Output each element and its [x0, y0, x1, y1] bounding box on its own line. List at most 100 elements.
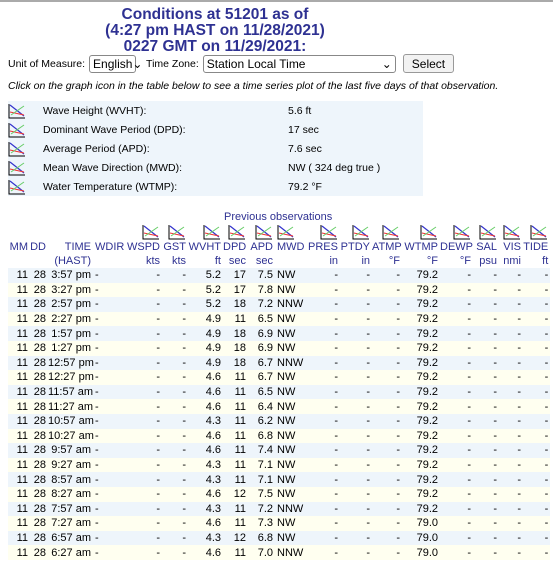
table-cell: - [523, 355, 551, 371]
table-cell: - [473, 501, 499, 517]
table-cell: 4.3 [188, 413, 223, 429]
table-cell: 4.6 [188, 516, 223, 531]
table-cell: NW [275, 340, 307, 356]
graph-icon[interactable] [142, 225, 160, 240]
column-header: VIS [503, 241, 521, 253]
table-cell: - [127, 545, 162, 560]
table-cell: - [440, 340, 473, 356]
graph-icon[interactable] [8, 179, 26, 194]
column-header: PRES [308, 241, 338, 253]
table-cell: 7.4 [248, 443, 275, 458]
table-cell: 79.2 [402, 326, 440, 341]
table-cell: 11 [8, 340, 30, 356]
table-cell: 79.2 [402, 457, 440, 473]
graph-icon[interactable] [8, 103, 26, 118]
table-cell: - [372, 413, 402, 429]
table-cell: - [440, 457, 473, 473]
table-cell: NW [275, 268, 307, 283]
graph-icon[interactable] [479, 225, 497, 240]
timezone-select[interactable]: Station Local Time ⌄ [202, 54, 396, 73]
column-unit: °F [388, 255, 400, 267]
table-cell: 4.6 [188, 545, 223, 560]
table-cell: - [372, 355, 402, 371]
table-cell: 79.2 [402, 443, 440, 458]
table-cell: - [372, 311, 402, 327]
graph-icon[interactable] [277, 225, 295, 240]
table-cell: - [307, 530, 340, 546]
table-cell: 28 [30, 516, 48, 531]
table-cell: - [440, 413, 473, 429]
table-cell: - [127, 340, 162, 356]
table-cell: - [127, 370, 162, 385]
graph-icon[interactable] [530, 225, 548, 240]
table-cell: - [307, 516, 340, 531]
table-cell: - [473, 384, 499, 400]
table-cell: 6.8 [248, 428, 275, 444]
table-cell: - [499, 268, 523, 283]
table-cell: - [307, 428, 340, 444]
graph-icon[interactable] [453, 225, 471, 240]
table-cell: 5.2 [188, 268, 223, 283]
table-cell: 11 [8, 326, 30, 341]
graph-icon[interactable] [8, 160, 26, 175]
column-header: TIDE [523, 241, 549, 253]
table-cell: 4.9 [188, 311, 223, 327]
table-cell: NW [275, 516, 307, 531]
table-cell: - [162, 355, 188, 371]
table-cell: - [499, 413, 523, 429]
graph-icon[interactable] [8, 141, 26, 156]
table-cell: 18 [223, 326, 248, 341]
table-cell: 3:57 pm [48, 268, 93, 283]
table-cell: 6.8 [248, 530, 275, 546]
graph-icon[interactable] [352, 225, 370, 240]
table-cell: - [93, 486, 127, 502]
graph-icon[interactable] [320, 225, 338, 240]
summary-value: 5.6 ft [288, 104, 312, 117]
graph-icon[interactable] [168, 225, 186, 240]
graph-icon[interactable] [8, 122, 26, 137]
table-cell: - [93, 384, 127, 400]
table-cell: - [499, 355, 523, 371]
table-row: 11 28 11:57 am - - -4.6 11 6.5 NW - - -79.2- - - - [8, 384, 551, 400]
table-cell: 4.6 [188, 384, 223, 400]
table-cell: - [372, 472, 402, 487]
table-cell: 7.8 [248, 282, 275, 298]
graph-icon[interactable] [503, 225, 521, 240]
table-cell: - [93, 428, 127, 444]
table-cell: 79.2 [402, 384, 440, 400]
table-cell: - [523, 311, 551, 327]
table-cell: - [340, 384, 372, 400]
table-cell: - [440, 516, 473, 531]
table-cell: - [523, 428, 551, 444]
unit-select[interactable]: English ⌄ [89, 54, 142, 73]
graph-icon[interactable] [203, 225, 221, 240]
column-unit: in [361, 255, 370, 267]
table-cell: 7.1 [248, 472, 275, 487]
select-button[interactable]: Select [402, 54, 455, 73]
table-cell: 11 [8, 443, 30, 458]
table-cell: - [307, 282, 340, 298]
graph-icon[interactable] [228, 225, 246, 240]
graph-icon[interactable] [255, 225, 273, 240]
table-cell: 9:57 am [48, 443, 93, 458]
summary-label: Wave Height (WVHT): [43, 104, 147, 117]
table-cell: - [307, 501, 340, 517]
table-cell: - [473, 545, 499, 560]
table-cell: NW [275, 443, 307, 458]
table-row: 11 28 6:27 am - - -4.6 11 7.0 NNW - - -79.0- - - - [8, 545, 551, 560]
table-row: 11 28 3:57 pm - - -5.2 17 7.5 NW - - -79.2- - - - [8, 268, 551, 283]
table-cell: 6.5 [248, 311, 275, 327]
table-cell: - [499, 516, 523, 531]
table-cell: 11 [8, 501, 30, 517]
graph-icon[interactable] [420, 225, 438, 240]
graph-icon[interactable] [382, 225, 400, 240]
table-cell: - [523, 413, 551, 429]
table-cell: - [499, 428, 523, 444]
table-cell: - [93, 340, 127, 356]
table-cell: - [523, 472, 551, 487]
table-cell: - [473, 297, 499, 312]
table-cell: 6:27 am [48, 545, 93, 560]
table-row: 11 28 10:27 am - - -4.6 11 6.8 NW - - -79.2- - - - [8, 428, 551, 444]
table-cell: - [523, 486, 551, 502]
options-form: Unit of Measure: English ⌄ Time Zone: Sta… [8, 54, 455, 73]
